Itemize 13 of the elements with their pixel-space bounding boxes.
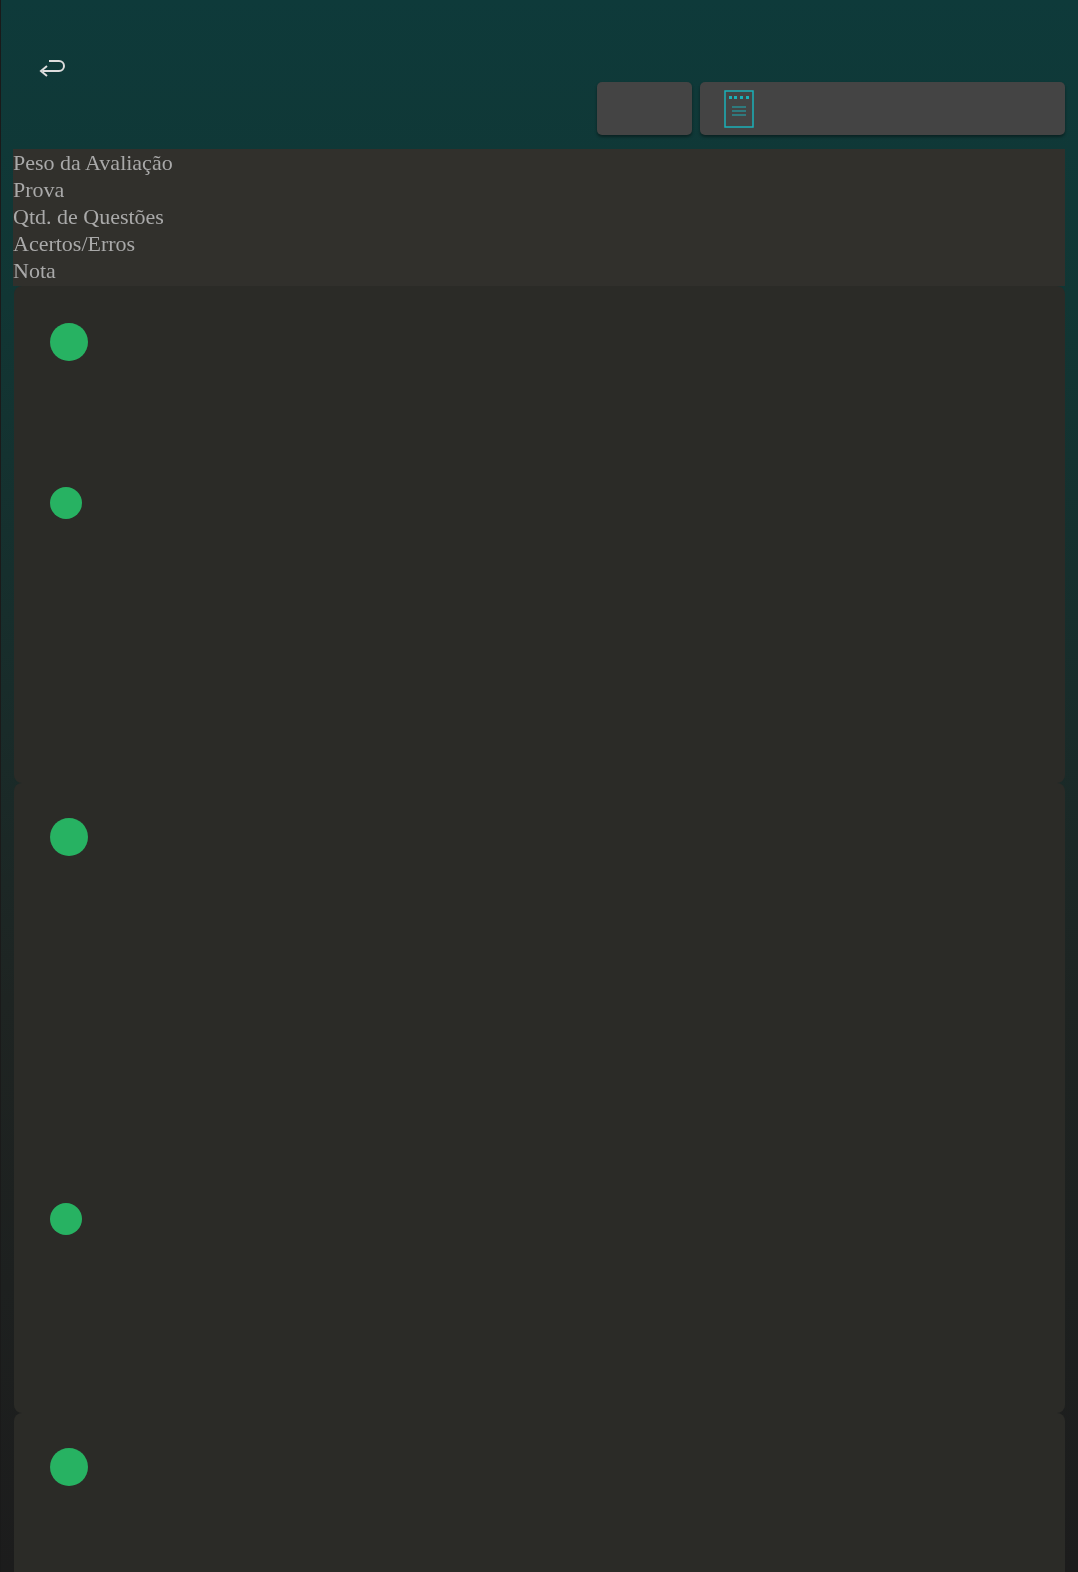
document-icon — [724, 89, 754, 128]
column-label: Prova — [13, 176, 66, 203]
report-button[interactable] — [700, 82, 1065, 135]
status-dot — [50, 1448, 88, 1486]
status-dot — [50, 487, 82, 519]
status-dot — [50, 1203, 82, 1235]
column-label: Nota — [13, 257, 57, 284]
column-label: Peso da Avaliação — [13, 149, 174, 176]
column-label: Qtd. de Questões — [13, 203, 165, 230]
status-dot — [50, 323, 88, 361]
status-dot — [50, 818, 88, 856]
column-label: Acertos/Erros — [13, 230, 137, 257]
toolbar-button[interactable] — [597, 82, 692, 135]
